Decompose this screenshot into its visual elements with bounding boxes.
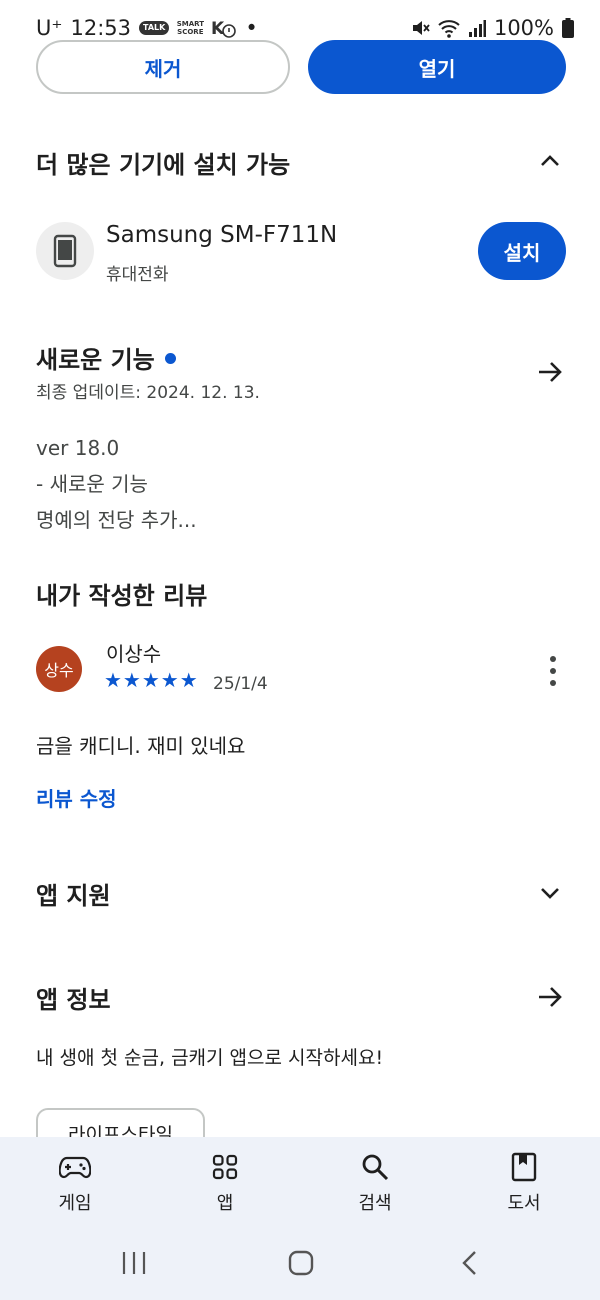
- nav-item-search[interactable]: 검색: [325, 1151, 425, 1215]
- chevron-up-icon[interactable]: [534, 145, 566, 177]
- app-action-buttons: 제거 열기: [36, 40, 566, 96]
- system-navigation-bar: [0, 1230, 600, 1300]
- open-button[interactable]: 열기: [308, 40, 566, 94]
- nav-label-apps: 앱: [216, 1193, 234, 1214]
- k-app-notification-icon: K: [211, 17, 237, 39]
- search-icon: [325, 1151, 425, 1183]
- last-updated: 최종 업데이트: 2024. 12. 13.: [36, 383, 260, 403]
- mute-icon: [410, 18, 430, 38]
- arrow-right-icon[interactable]: [534, 356, 566, 388]
- star-rating: ★★★★★: [104, 668, 199, 692]
- phone-icon: [36, 222, 94, 280]
- nav-label-search: 검색: [358, 1193, 392, 1214]
- uninstall-button[interactable]: 제거: [36, 40, 290, 94]
- recent-apps-icon[interactable]: [121, 1250, 147, 1280]
- avatar: 상수: [36, 646, 82, 692]
- device-row: Samsung SM-F711N 휴대전화 설치: [36, 220, 566, 285]
- clock: 12:53: [70, 16, 131, 40]
- carrier-label: U⁺: [36, 16, 63, 40]
- nav-item-games[interactable]: 게임: [25, 1151, 125, 1215]
- changelog-line: ver 18.0: [36, 436, 120, 460]
- app-info-title[interactable]: 앱 정보: [36, 980, 111, 1015]
- reviewer-name: 이상수: [106, 642, 162, 666]
- changelog-line: - 새로운 기능: [36, 472, 148, 496]
- changelog-line: 명예의 전당 추가...: [36, 508, 197, 532]
- edit-review-link[interactable]: 리뷰 수정: [36, 783, 117, 812]
- bottom-navigation: 게임 앱 검색 도서: [0, 1137, 600, 1230]
- nav-label-games: 게임: [58, 1193, 92, 1214]
- device-type: 휴대전화: [106, 265, 169, 285]
- wifi-icon: [438, 18, 460, 38]
- app-support-title[interactable]: 앱 지원: [36, 876, 111, 911]
- chevron-down-icon[interactable]: [534, 877, 566, 909]
- nav-item-apps[interactable]: 앱: [175, 1151, 275, 1215]
- my-review-title: 내가 작성한 리뷰: [36, 582, 208, 610]
- app-description: 내 생애 첫 순금, 금캐기 앱으로 시작하세요!: [36, 1047, 384, 1069]
- apps-grid-icon: [175, 1151, 275, 1183]
- review-date: 25/1/4: [213, 674, 268, 694]
- smart-score-notification-icon: SMART SCORE: [176, 20, 204, 36]
- arrow-right-icon[interactable]: [534, 981, 566, 1013]
- gamepad-icon: [25, 1151, 125, 1183]
- whats-new-title[interactable]: 새로운 기능: [36, 340, 176, 375]
- notification-dot: •: [245, 16, 258, 40]
- nav-item-books[interactable]: 도서: [474, 1151, 574, 1215]
- book-icon: [474, 1151, 574, 1183]
- nav-label-books: 도서: [507, 1193, 541, 1214]
- new-indicator-dot: [164, 352, 176, 364]
- signal-icon: [468, 19, 486, 37]
- battery-icon: [562, 18, 574, 38]
- review-text: 금을 캐디니. 재미 있네요: [36, 734, 246, 758]
- more-devices-title: 더 많은 기기에 설치 가능: [36, 151, 291, 179]
- whats-new-label: 새로운 기능: [36, 346, 155, 374]
- battery-percent: 100%: [493, 16, 554, 40]
- home-icon[interactable]: [288, 1250, 314, 1280]
- device-name: Samsung SM-F711N: [106, 222, 338, 248]
- changelog: ver 18.0 - 새로운 기능 명예의 전당 추가...: [36, 430, 197, 538]
- install-button[interactable]: 설치: [478, 222, 566, 280]
- more-options-icon[interactable]: [546, 656, 560, 686]
- kakaotalk-notification-icon: TALK: [139, 21, 170, 35]
- back-icon[interactable]: [461, 1250, 479, 1280]
